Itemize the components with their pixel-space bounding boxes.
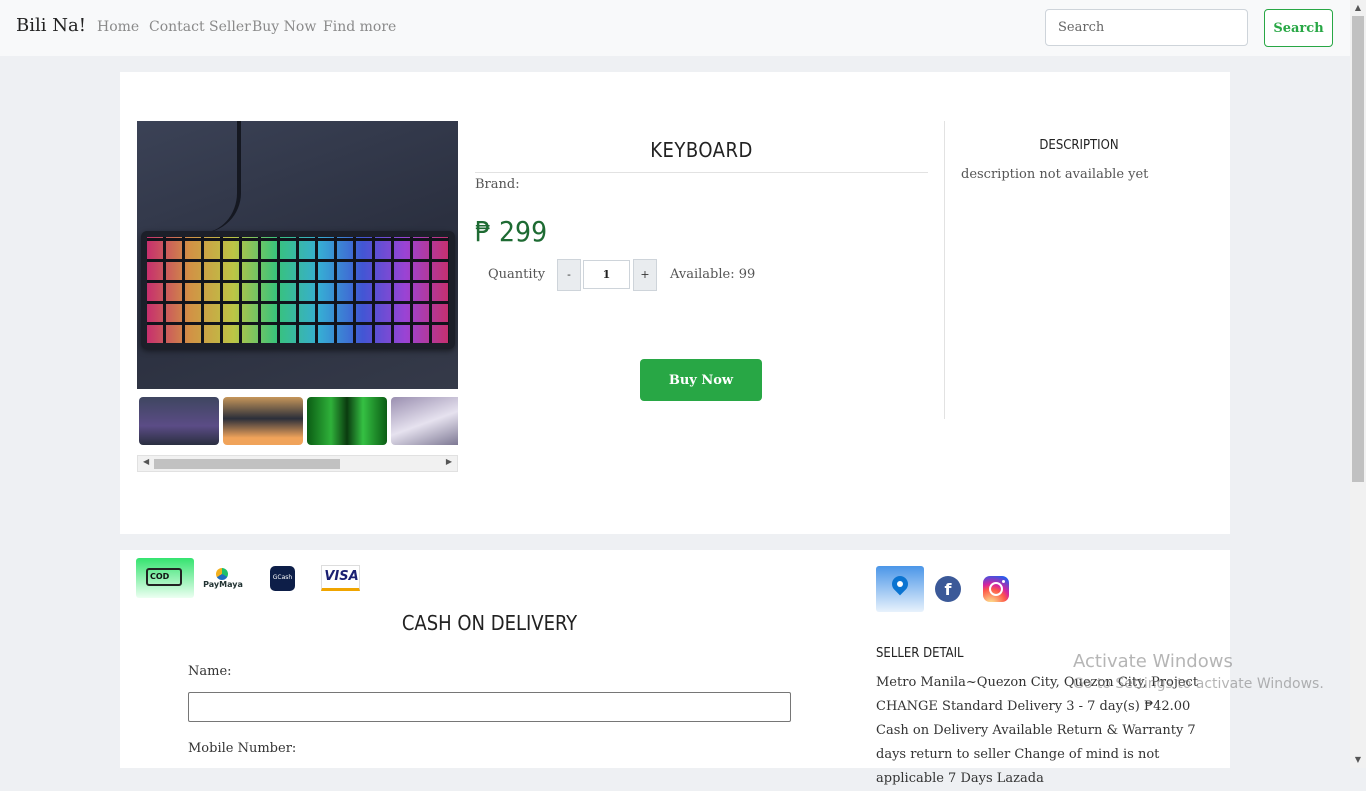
nav-link-contact-seller[interactable]: Contact Seller	[149, 19, 251, 35]
seller-detail-title: SELLER DETAIL	[876, 646, 964, 661]
thumbnail-scrollbar-thumb[interactable]	[154, 459, 340, 469]
description-divider	[944, 121, 945, 419]
product-title: KEYBOARD	[650, 138, 753, 162]
cod-form-title: CASH ON DELIVERY	[401, 611, 578, 635]
top-navbar: Bili Na! Home Contact Seller Buy Now Fin…	[0, 0, 1350, 56]
gcash-icon[interactable]: GCash	[270, 566, 295, 591]
brand-logo[interactable]: Bili Na!	[16, 15, 86, 36]
facebook-icon[interactable]: f	[935, 576, 961, 602]
name-field[interactable]	[188, 692, 791, 722]
cod-label: COD	[146, 568, 182, 586]
paymaya-icon[interactable]: PayMaya	[200, 558, 246, 598]
quantity-label: Quantity	[488, 267, 546, 282]
scroll-up-arrow-icon[interactable]: ▲	[1350, 0, 1366, 16]
description-title: DESCRIPTION	[1039, 138, 1119, 153]
quantity-input[interactable]	[583, 260, 630, 289]
windows-activation-watermark-text: Go to Settings to activate Windows.	[1073, 676, 1324, 692]
keyboard-cable	[197, 121, 241, 233]
thumbnail-scrollbar[interactable]: ◀ ▶	[137, 455, 458, 472]
buy-now-button[interactable]: Buy Now	[640, 359, 762, 401]
description-text: description not available yet	[961, 167, 1149, 182]
instagram-lens	[989, 582, 1003, 596]
visa-icon[interactable]: VISA	[321, 565, 360, 591]
rgb-keys	[147, 237, 449, 343]
visa-label: VISA	[324, 569, 359, 584]
product-main-image	[137, 121, 458, 389]
name-label: Name:	[188, 664, 232, 679]
mobile-number-label: Mobile Number:	[188, 741, 297, 756]
nav-link-home[interactable]: Home	[97, 19, 139, 35]
cod-truck-icon[interactable]: COD	[136, 558, 194, 598]
instagram-icon[interactable]	[983, 576, 1009, 602]
keyboard-graphic	[141, 231, 455, 349]
pin-shape	[888, 572, 912, 596]
product-thumbnail[interactable]	[391, 397, 458, 445]
product-price: ₱ 299	[475, 215, 548, 248]
product-thumbnail[interactable]	[139, 397, 219, 445]
scroll-down-arrow-icon[interactable]: ▼	[1350, 752, 1366, 768]
windows-activation-watermark-title: Activate Windows	[1073, 651, 1233, 672]
title-divider	[475, 172, 928, 173]
scrollbar-thumb[interactable]	[1352, 16, 1364, 482]
scroll-left-arrow-icon[interactable]: ◀	[143, 457, 149, 466]
location-pin-icon[interactable]	[876, 566, 924, 612]
quantity-increment-button[interactable]: +	[633, 259, 657, 291]
search-input[interactable]	[1045, 9, 1248, 46]
instagram-dot	[1002, 580, 1005, 583]
quantity-decrement-button[interactable]: -	[557, 259, 581, 291]
available-stock: Available: 99	[670, 267, 756, 282]
nav-link-buy-now[interactable]: Buy Now	[252, 19, 316, 35]
thumbnail-strip	[137, 396, 458, 448]
brand-label: Brand:	[475, 177, 520, 192]
paymaya-logo-mark	[216, 568, 228, 580]
page-scrollbar[interactable]: ▲ ▼	[1350, 0, 1366, 768]
gcash-label: GCash	[272, 574, 293, 581]
product-thumbnail[interactable]	[223, 397, 303, 445]
paymaya-label: PayMaya	[203, 580, 243, 589]
search-button[interactable]: Search	[1264, 9, 1333, 47]
nav-link-find-more[interactable]: Find more	[323, 19, 396, 35]
product-thumbnail[interactable]	[307, 397, 387, 445]
scroll-right-arrow-icon[interactable]: ▶	[446, 457, 452, 466]
